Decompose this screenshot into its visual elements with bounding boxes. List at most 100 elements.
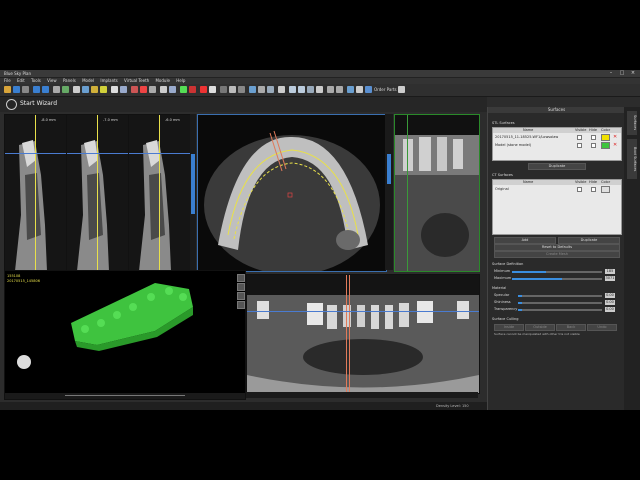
delete-icon[interactable]: ✕: [613, 134, 617, 140]
axial-scrollbar[interactable]: [385, 114, 393, 270]
maximum-slider[interactable]: [512, 278, 602, 280]
stl-row-1-name[interactable]: 20170515_11-18525-WF1/Lowsolaw: [495, 135, 558, 139]
stl-row-1-color-swatch[interactable]: [601, 134, 610, 141]
ct-row-1-name[interactable]: Original: [495, 187, 509, 191]
histogram-icon[interactable]: [229, 86, 236, 93]
ct-row-1-visible-checkbox[interactable]: [577, 187, 582, 192]
cross-section-view-1[interactable]: -8.0 mm: [4, 114, 68, 272]
undo-icon[interactable]: [33, 86, 40, 93]
maximize-icon[interactable]: □: [617, 70, 627, 77]
panorama-icon[interactable]: [73, 86, 80, 93]
culling-outside-button[interactable]: Outside: [525, 324, 555, 331]
view-tool-icon[interactable]: [237, 301, 245, 309]
view-tool-icon[interactable]: [237, 292, 245, 300]
3d-view[interactable]: 155108 20170515_145806: [4, 270, 246, 400]
rotate-icon[interactable]: [249, 86, 256, 93]
ct-row-1-color-swatch[interactable]: [601, 186, 610, 193]
layout-icon[interactable]: [62, 86, 69, 93]
stl-row-2-name[interactable]: Model (stone model): [495, 143, 531, 147]
start-wizard-button[interactable]: Start Wizard: [20, 100, 57, 107]
open-folder-icon[interactable]: [4, 86, 11, 93]
spline-icon[interactable]: [298, 86, 305, 93]
contrast-icon[interactable]: [220, 86, 227, 93]
culling-inside-button[interactable]: Inside: [494, 324, 524, 331]
create-mesh-button[interactable]: Create Mesh: [494, 251, 620, 258]
bone-icon[interactable]: [209, 86, 216, 93]
shininess-slider[interactable]: [518, 302, 602, 304]
close-icon[interactable]: ×: [628, 70, 638, 77]
implant-icon[interactable]: [131, 86, 138, 93]
curve-icon[interactable]: [289, 86, 296, 93]
maximum-spinbox[interactable]: 3071: [605, 276, 615, 281]
redo-icon[interactable]: [42, 86, 49, 93]
3d-view-slider[interactable]: [5, 393, 245, 399]
grid-icon[interactable]: [53, 86, 60, 93]
stl-row-2-visible-checkbox[interactable]: [577, 143, 582, 148]
ct-duplicate-button[interactable]: Duplicate: [558, 237, 620, 244]
cart-icon[interactable]: [365, 86, 372, 93]
cloud-icon[interactable]: [347, 86, 354, 93]
cross-section-view-2[interactable]: -7.0 mm: [66, 114, 130, 272]
panoramic-scrollbar[interactable]: [246, 392, 478, 398]
minimize-icon[interactable]: –: [606, 70, 616, 77]
reset-to-defaults-button[interactable]: Reset to Defaults: [494, 244, 620, 251]
tool-icon[interactable]: [398, 86, 405, 93]
save-icon[interactable]: [13, 86, 20, 93]
import-icon[interactable]: [336, 86, 343, 93]
abutment-icon[interactable]: [189, 86, 196, 93]
specular-spinbox[interactable]: 0.00: [605, 293, 615, 298]
scroll-thumb[interactable]: [387, 154, 391, 184]
minimum-slider[interactable]: [512, 271, 602, 273]
filter-icon[interactable]: [238, 86, 245, 93]
cross-section-scrollbar[interactable]: [190, 114, 196, 270]
stl-row-1-hide-checkbox[interactable]: [591, 135, 596, 140]
settings-icon[interactable]: [356, 86, 363, 93]
transparency-spinbox[interactable]: 0.00: [605, 307, 615, 312]
delete-icon[interactable]: ✕: [613, 142, 617, 148]
view-tool-icon[interactable]: [237, 283, 245, 291]
notes-icon[interactable]: [91, 86, 98, 93]
axial-view[interactable]: [197, 114, 387, 272]
stl-row-2-color-swatch[interactable]: [601, 142, 610, 149]
scroll-thumb[interactable]: [191, 154, 195, 214]
ruler-icon[interactable]: [278, 86, 285, 93]
crown-icon[interactable]: [200, 86, 207, 93]
specular-slider[interactable]: [518, 295, 602, 297]
print-icon[interactable]: [22, 86, 29, 93]
stl-duplicate-button[interactable]: Duplicate: [528, 163, 586, 170]
angle-icon[interactable]: [160, 86, 167, 93]
power-icon[interactable]: [6, 99, 17, 110]
circle-icon[interactable]: [316, 86, 323, 93]
document-icon[interactable]: [100, 86, 107, 93]
crosshair-icon[interactable]: [267, 86, 274, 93]
search-icon[interactable]: [258, 86, 265, 93]
stl-row-1-visible-checkbox[interactable]: [577, 135, 582, 140]
tooth-view-icon[interactable]: [82, 86, 89, 93]
sagittal-view[interactable]: [394, 114, 480, 272]
cross-section-view-3[interactable]: -6.0 mm: [128, 114, 192, 272]
pan-icon[interactable]: [120, 86, 127, 93]
order-parts-label[interactable]: Order Parts: [374, 87, 397, 92]
transparency-slider[interactable]: [518, 309, 602, 311]
panoramic-view[interactable]: [246, 274, 480, 394]
culling-undo-button[interactable]: Undo: [587, 324, 617, 331]
draw-icon[interactable]: [140, 86, 147, 93]
nerve-icon[interactable]: [169, 86, 176, 93]
shininess-spinbox[interactable]: 0.00: [605, 300, 615, 305]
ct-row-1-hide-checkbox[interactable]: [591, 187, 596, 192]
tab-surfaces[interactable]: Surfaces: [627, 111, 637, 135]
culling-back-button[interactable]: Back: [556, 324, 586, 331]
shininess-label: Shininess: [494, 300, 511, 304]
tab-boot-surfaces[interactable]: Boot Surfaces: [627, 139, 637, 179]
zoom-icon[interactable]: [111, 86, 118, 93]
cross-section-image-1: [5, 115, 67, 271]
minimum-spinbox[interactable]: 185: [605, 269, 615, 274]
measure-icon[interactable]: [149, 86, 156, 93]
sleeve-icon[interactable]: [180, 86, 187, 93]
export-icon[interactable]: [327, 86, 334, 93]
arch-icon[interactable]: [307, 86, 314, 93]
orientation-head-icon[interactable]: [17, 355, 31, 369]
view-tool-icon[interactable]: [237, 274, 245, 282]
stl-row-2-hide-checkbox[interactable]: [591, 143, 596, 148]
add-button[interactable]: Add: [494, 237, 556, 244]
